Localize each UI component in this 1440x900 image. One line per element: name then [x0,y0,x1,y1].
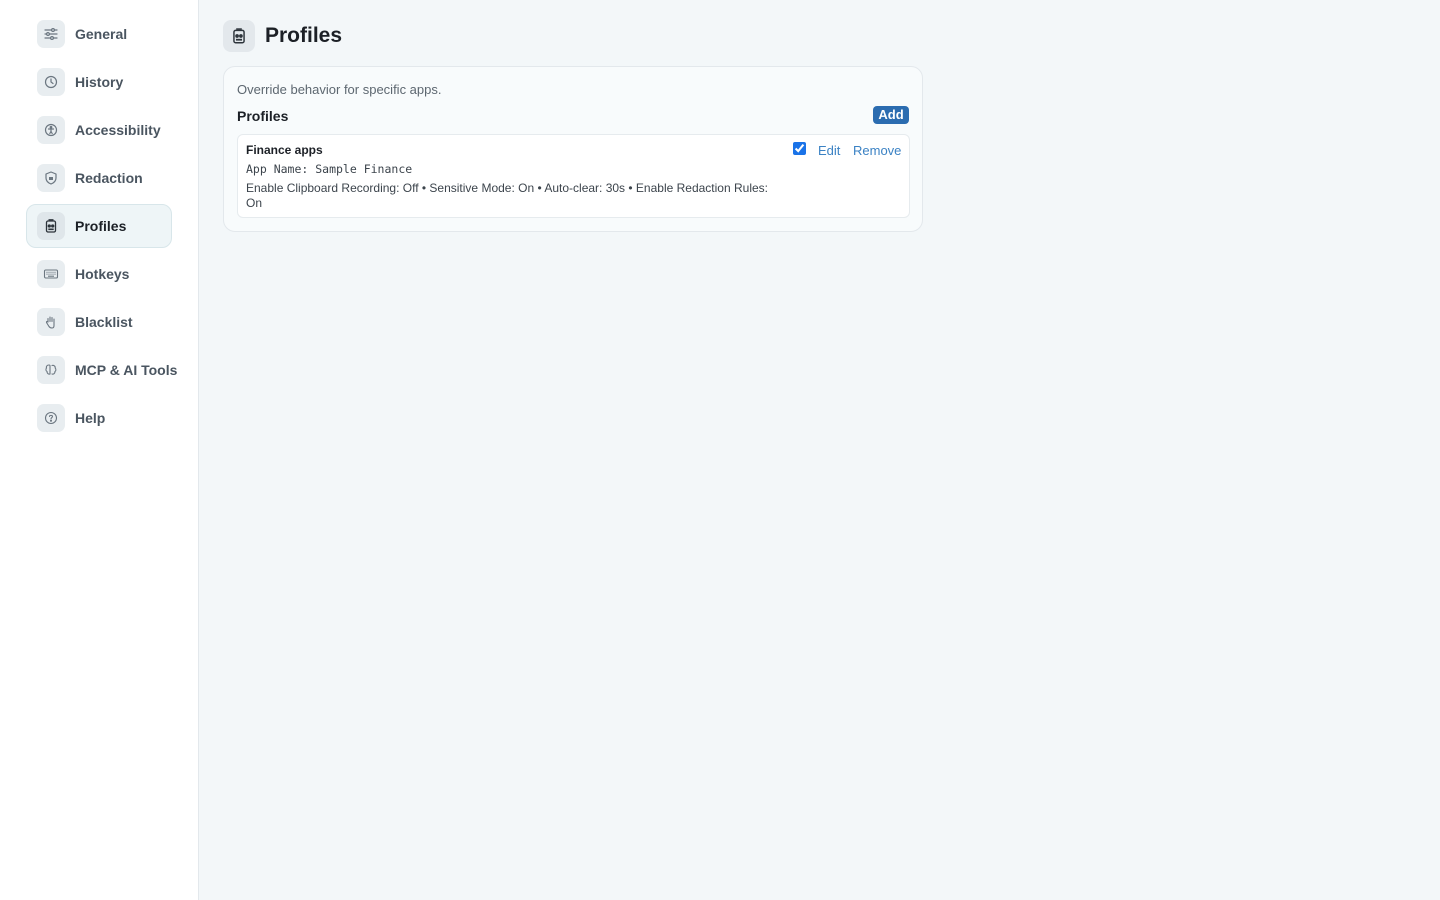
sidebar-item-label: Redaction [75,170,143,186]
sidebar-item-accessibility[interactable]: Accessibility [26,108,172,152]
sidebar-item-label: Hotkeys [75,266,130,282]
profile-name: Finance apps [246,143,323,157]
add-profile-button[interactable]: Add [873,106,909,124]
sidebar-item-profiles[interactable]: Profiles [26,204,172,248]
id-badge-icon [37,212,65,240]
shield-icon [37,164,65,192]
panel-description: Override behavior for specific apps. [237,82,442,97]
remove-profile-link[interactable]: Remove [853,143,901,158]
edit-profile-link[interactable]: Edit [818,143,840,158]
brain-icon [37,356,65,384]
sidebar-item-mcp-ai-tools[interactable]: MCP & AI Tools [26,348,177,392]
sidebar-item-history[interactable]: History [26,60,172,104]
sidebar-item-label: MCP & AI Tools [75,362,178,378]
sidebar-item-help[interactable]: Help [26,396,172,440]
profile-enabled-checkbox[interactable] [793,142,806,155]
profile-app-name: App Name: Sample Finance [246,162,413,176]
sidebar-item-label: Profiles [75,218,127,234]
sidebar-item-label: History [75,74,124,90]
profile-settings-summary: Enable Clipboard Recording: Off • Sensit… [246,181,768,210]
sidebar-item-general[interactable]: General [26,12,172,56]
profiles-panel: Override behavior for specific apps. Pro… [223,66,923,232]
sidebar-item-label: Blacklist [75,314,133,330]
sidebar-item-label: General [75,26,128,42]
sliders-icon [37,20,65,48]
page-title: Profiles [265,24,343,47]
sidebar-item-label: Accessibility [75,122,161,138]
help-icon [37,404,65,432]
sidebar-item-blacklist[interactable]: Blacklist [26,300,172,344]
sidebar-item-hotkeys[interactable]: Hotkeys [26,252,172,296]
panel-heading: Profiles [237,108,289,124]
accessibility-icon [37,116,65,144]
keyboard-icon [37,260,65,288]
id-badge-icon [223,20,255,52]
profile-card: Finance apps App Name: Sample Finance En… [237,134,910,218]
sidebar: General History Accessibility Redaction [0,0,199,900]
hand-icon [37,308,65,336]
sidebar-item-label: Help [75,410,106,426]
clock-icon [37,68,65,96]
sidebar-item-redaction[interactable]: Redaction [26,156,172,200]
